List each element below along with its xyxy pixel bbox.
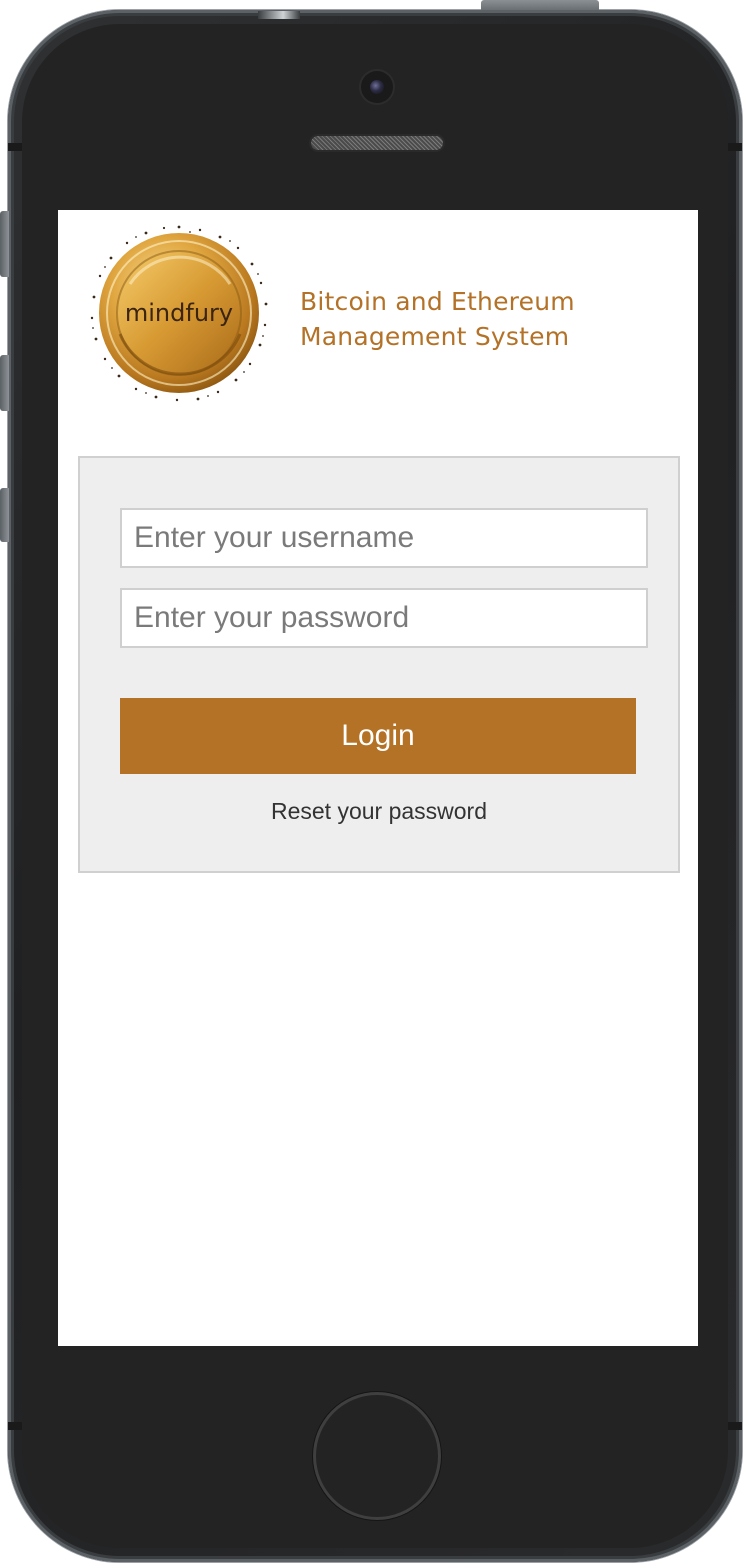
mute-switch [0, 211, 9, 277]
antenna-line-right-top [728, 143, 742, 151]
app-title: Bitcoin and Ethereum Management System [300, 284, 680, 354]
camera-icon [361, 71, 393, 103]
app-title-line-1: Bitcoin and Ethereum [300, 287, 575, 316]
antenna-line-right-bottom [728, 1422, 742, 1430]
login-button[interactable]: Login [120, 698, 636, 774]
power-button [481, 0, 599, 10]
username-input[interactable] [120, 508, 648, 568]
speaker-icon [311, 136, 443, 150]
antenna-line-left-top [8, 143, 22, 151]
antenna-line-left-bottom [8, 1422, 22, 1430]
volume-down-button [0, 488, 9, 542]
volume-up-button [0, 355, 9, 411]
home-button[interactable] [316, 1395, 438, 1517]
app-title-line-2: Management System [300, 322, 570, 351]
phone-screen: mindfury Bitcoin and Ethereum Management… [58, 210, 698, 1346]
reset-password-link[interactable]: Reset your password [80, 798, 678, 825]
logo-text: mindfury [125, 299, 233, 327]
coin-logo-icon: mindfury [90, 224, 268, 402]
login-panel: Login Reset your password [78, 456, 680, 873]
password-input[interactable] [120, 588, 648, 648]
app-header: mindfury Bitcoin and Ethereum Management… [58, 210, 698, 410]
top-edge-highlight [258, 11, 300, 19]
